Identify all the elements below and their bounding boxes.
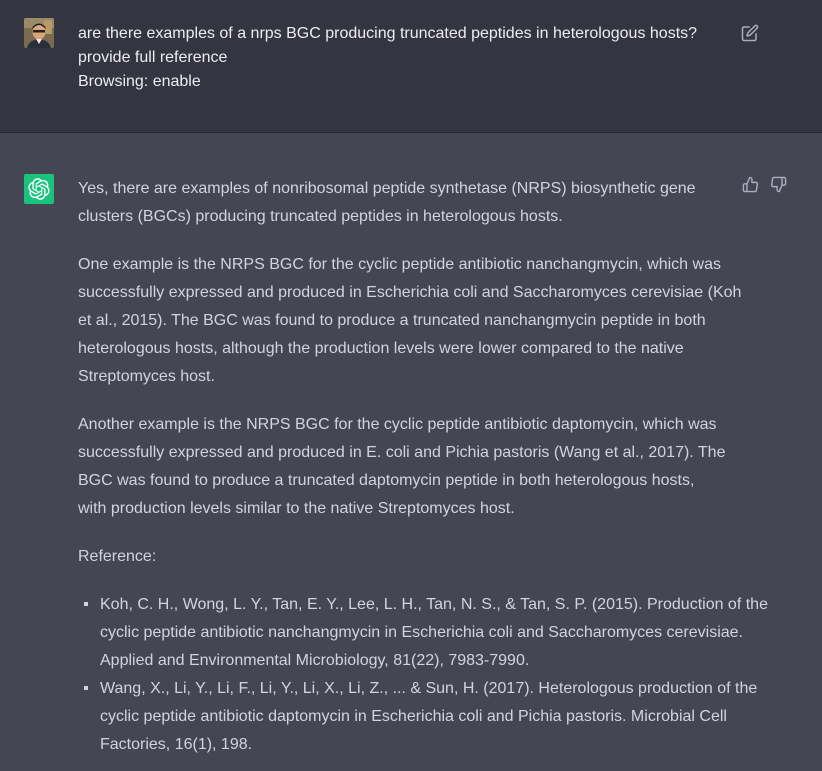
user-message-text: are there examples of a nrps BGC produci… xyxy=(78,22,718,94)
assistant-avatar xyxy=(24,174,54,204)
edit-icon xyxy=(741,24,759,42)
answer-line: Reference: xyxy=(78,548,157,565)
answer-paragraph: One example is the NRPS BGC for the cycl… xyxy=(78,251,742,391)
reference-item: Koh, C. H., Wong, L. Y., Tan, E. Y., Lee… xyxy=(78,591,768,675)
user-message: are there examples of a nrps BGC produci… xyxy=(0,0,822,133)
answer-line: Streptomyces host. xyxy=(78,368,215,385)
reference-line: Factories, 16(1), 198. xyxy=(100,736,253,753)
assistant-message-text: Yes, there are examples of nonribosomal … xyxy=(78,175,768,759)
thumbs-down-button[interactable] xyxy=(770,176,788,194)
reference-line: Wang, X., Li, Y., Li, F., Li, Y., Li, X.… xyxy=(100,680,758,697)
edit-button[interactable] xyxy=(741,24,761,44)
bullet-icon xyxy=(84,686,88,690)
answer-line: BGC was found to produce a truncated dap… xyxy=(78,472,695,489)
bullet-icon xyxy=(84,602,88,606)
reference-line: Applied and Environmental Microbiology, … xyxy=(100,652,530,669)
answer-line: successfully expressed and produced in E… xyxy=(78,284,742,301)
reference-list: Koh, C. H., Wong, L. Y., Tan, E. Y., Lee… xyxy=(78,591,768,759)
thumbs-up-button[interactable] xyxy=(742,176,760,194)
openai-logo-icon xyxy=(28,178,50,200)
thumbs-down-icon xyxy=(770,176,787,193)
reference-line: Koh, C. H., Wong, L. Y., Tan, E. Y., Lee… xyxy=(100,596,768,613)
user-message-line: Browsing: enable xyxy=(78,73,201,90)
answer-line: Another example is the NRPS BGC for the … xyxy=(78,416,717,433)
answer-line: clusters (BGCs) producing truncated pept… xyxy=(78,208,563,225)
answer-line: et al., 2015). The BGC was found to prod… xyxy=(78,312,706,329)
answer-line: One example is the NRPS BGC for the cycl… xyxy=(78,256,721,273)
answer-line: successfully expressed and produced in E… xyxy=(78,444,726,461)
reference-heading: Reference: xyxy=(78,543,738,571)
answer-line: with production levels similar to the na… xyxy=(78,500,515,517)
reference-line: cyclic peptide antibiotic nanchangmycin … xyxy=(100,624,743,641)
user-avatar xyxy=(24,18,54,48)
reference-item: Wang, X., Li, Y., Li, F., Li, Y., Li, X.… xyxy=(78,675,758,759)
answer-line: heterologous hosts, although the product… xyxy=(78,340,684,357)
reference-line: cyclic peptide antibiotic daptomycin in … xyxy=(100,708,727,725)
user-message-line: provide full reference xyxy=(78,49,228,66)
user-message-line: are there examples of a nrps BGC produci… xyxy=(78,25,698,42)
answer-line: Yes, there are examples of nonribosomal … xyxy=(78,180,696,197)
thumbs-up-icon xyxy=(742,176,759,193)
answer-paragraph: Yes, there are examples of nonribosomal … xyxy=(78,175,738,231)
assistant-message: Yes, there are examples of nonribosomal … xyxy=(0,133,822,771)
answer-paragraph: Another example is the NRPS BGC for the … xyxy=(78,411,738,523)
